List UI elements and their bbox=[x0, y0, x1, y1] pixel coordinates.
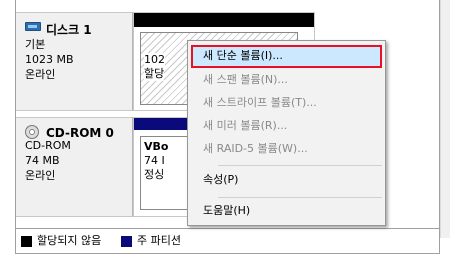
primary-partition-legend-label: 주 파티션 bbox=[137, 234, 181, 247]
cdrom-volume-label: VBo bbox=[144, 140, 169, 154]
menu-new-simple-volume[interactable]: 새 단순 볼륨(I)... bbox=[191, 45, 382, 68]
menu-new-mirrored-volume[interactable]: 새 미러 볼륨(R)... bbox=[191, 115, 382, 138]
menu-separator bbox=[218, 165, 382, 166]
unallocated-legend-swatch bbox=[21, 236, 32, 247]
cdrom-volume-status: 정싱 bbox=[144, 168, 165, 182]
primary-partition-legend-swatch bbox=[121, 236, 132, 247]
cdrom-status: 온라인 bbox=[25, 169, 56, 182]
unallocated-header-bar bbox=[134, 13, 314, 27]
menu-new-spanned-volume[interactable]: 새 스팬 볼륨(N)... bbox=[191, 69, 382, 92]
cdrom-name: CD-ROM 0 bbox=[46, 126, 114, 140]
cdrom-info-panel[interactable]: CD-ROM 0 CD-ROM 74 MB 온라인 bbox=[16, 117, 133, 217]
menu-properties[interactable]: 속성(P) bbox=[191, 169, 382, 192]
menu-help[interactable]: 도움말(H) bbox=[191, 200, 382, 223]
disk1-size: 1023 MB bbox=[25, 53, 74, 66]
cdrom-size: 74 MB bbox=[25, 154, 60, 167]
context-menu: 새 단순 볼륨(I)... 새 스팬 볼륨(N)... 새 스트라이프 볼륨(T… bbox=[187, 40, 386, 226]
menu-separator bbox=[218, 197, 382, 198]
disk1-partition-status: 할당 bbox=[144, 67, 165, 81]
disk1-info-panel[interactable]: 디스크 1 기본 1023 MB 온라인 bbox=[16, 12, 133, 111]
vertical-scrollbar[interactable] bbox=[440, 0, 450, 238]
cdrom-volume-size: 74 I bbox=[144, 154, 165, 168]
disk1-status: 온라인 bbox=[25, 68, 56, 81]
menu-new-striped-volume[interactable]: 새 스트라이프 볼륨(T)... bbox=[191, 92, 382, 115]
disk1-name: 디스크 1 bbox=[46, 23, 92, 37]
disk1-partition-size: 102 bbox=[144, 53, 165, 67]
menu-new-raid5-volume[interactable]: 새 RAID-5 볼륨(W)... bbox=[191, 138, 382, 161]
disk1-type: 기본 bbox=[25, 38, 46, 51]
unallocated-legend-label: 할당되지 않음 bbox=[37, 234, 102, 247]
cdrom-type: CD-ROM bbox=[25, 139, 71, 152]
hard-disk-icon bbox=[25, 22, 41, 31]
cd-rom-icon bbox=[25, 125, 39, 139]
